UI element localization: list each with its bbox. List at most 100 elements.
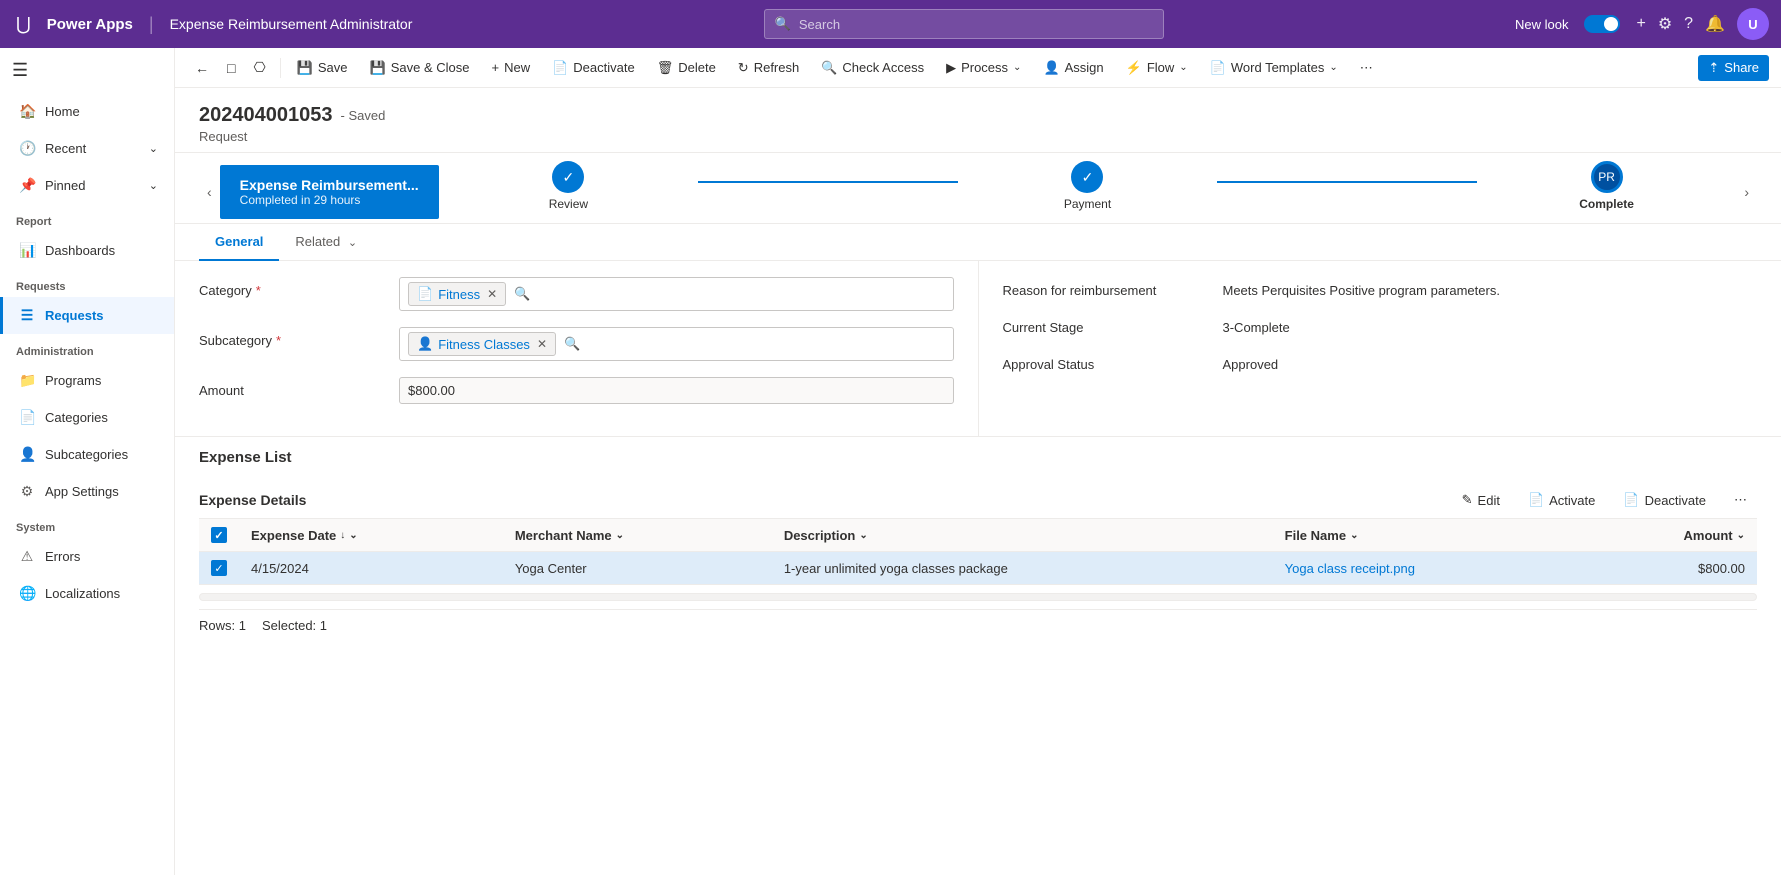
settings-icon[interactable]: ⚙	[1658, 14, 1672, 34]
search-bar[interactable]: 🔍	[764, 9, 1164, 39]
recent-icon: 🕐	[19, 140, 35, 157]
col-expense-date[interactable]: Expense Date ↓ ⌄	[239, 519, 503, 552]
table-footer: Rows: 1 Selected: 1	[199, 609, 1757, 641]
category-label: Category *	[199, 277, 399, 298]
subtable-deactivate-button[interactable]: 📄 Deactivate	[1613, 488, 1716, 512]
sidebar-item-dashboards[interactable]: 📊 Dashboards	[0, 232, 174, 269]
deactivate-button[interactable]: 📄 Deactivate	[542, 55, 645, 81]
edit-button[interactable]: ✎ Edit	[1452, 488, 1510, 512]
more-button[interactable]: ⋯	[1350, 55, 1383, 81]
subtable-more-button[interactable]: ⋯	[1724, 488, 1757, 512]
subcategory-search-icon[interactable]: 🔍	[564, 336, 580, 352]
col-merchant-name[interactable]: Merchant Name ⌄	[503, 519, 772, 552]
subcategories-icon: 👤	[19, 446, 35, 463]
refresh-icon: ↻	[738, 60, 749, 76]
category-input[interactable]: 📄 Fitness ✕ 🔍	[399, 277, 954, 311]
file-name-sort[interactable]: File Name ⌄	[1285, 528, 1573, 543]
col-checkbox[interactable]: ✓	[199, 519, 239, 552]
active-stage-name: Expense Reimbursement...	[240, 177, 419, 193]
select-all-checkbox[interactable]: ✓	[211, 527, 227, 543]
avatar[interactable]: U	[1737, 8, 1769, 40]
amount-field[interactable]: $800.00	[399, 377, 954, 404]
back-button[interactable]: ←	[187, 55, 217, 81]
col-amount[interactable]: Amount ⌄	[1584, 519, 1757, 552]
home-icon: 🏠	[19, 103, 35, 120]
form-left: Category * 📄 Fitness ✕ 🔍	[175, 261, 979, 436]
active-stage-bar[interactable]: Expense Reimbursement... Completed in 29…	[220, 165, 439, 219]
horizontal-scrollbar[interactable]	[199, 593, 1757, 601]
row-checkbox-cell[interactable]: ✓	[199, 552, 239, 585]
sidebar-item-requests[interactable]: ☰ Requests	[0, 297, 174, 334]
sidebar-item-subcategories[interactable]: 👤 Subcategories	[0, 436, 174, 473]
record-saved-label: - Saved	[340, 108, 385, 123]
subcategory-input[interactable]: 👤 Fitness Classes ✕ 🔍	[399, 327, 954, 361]
stage-complete[interactable]: PR Complete	[1477, 161, 1737, 223]
share-button[interactable]: ⇡ Share	[1698, 55, 1769, 81]
sidebar-item-pinned[interactable]: 📌 Pinned ⌄	[0, 167, 174, 204]
new-look-toggle[interactable]	[1584, 15, 1620, 33]
form-row-reason: Reason for reimbursement Meets Perquisit…	[1003, 277, 1758, 298]
col-description[interactable]: Description ⌄	[772, 519, 1273, 552]
word-templates-button[interactable]: 📄 Word Templates ⌄	[1200, 55, 1348, 81]
sidebar-item-categories[interactable]: 📄 Categories	[0, 399, 174, 436]
add-icon[interactable]: +	[1636, 15, 1645, 33]
new-button[interactable]: + New	[481, 55, 540, 80]
process-button[interactable]: ▶ Process ⌄	[936, 55, 1031, 81]
requests-icon: ☰	[19, 307, 35, 324]
help-icon[interactable]: ?	[1684, 15, 1693, 33]
approval-status-label: Approval Status	[1003, 351, 1223, 372]
dashboards-icon: 📊	[19, 242, 35, 259]
sidebar-item-home[interactable]: 🏠 Home	[0, 93, 174, 130]
subcategory-tag-close[interactable]: ✕	[537, 337, 547, 351]
sidebar-section-administration: Administration	[0, 338, 174, 362]
sidebar-item-errors[interactable]: ⚠ Errors	[0, 538, 174, 575]
sidebar-section-system: System	[0, 514, 174, 538]
stage-payment[interactable]: ✓ Payment	[958, 161, 1218, 223]
stage-nav-left[interactable]: ‹	[199, 176, 220, 208]
assign-button[interactable]: 👤 Assign	[1033, 55, 1113, 81]
tab-general[interactable]: General	[199, 224, 279, 261]
stage-payment-circle: ✓	[1071, 161, 1103, 193]
description-sort[interactable]: Description ⌄	[784, 528, 1261, 543]
sidebar-item-programs[interactable]: 📁 Programs	[0, 362, 174, 399]
tab-related[interactable]: Related ⌄	[279, 224, 373, 261]
category-tag-close[interactable]: ✕	[487, 287, 497, 301]
sidebar-item-recent[interactable]: 🕐 Recent ⌄	[0, 130, 174, 167]
programs-icon: 📁	[19, 372, 35, 389]
check-access-button[interactable]: 🔍 Check Access	[811, 55, 934, 81]
stage-nav-right[interactable]: ›	[1736, 176, 1757, 208]
row-expense-date: 4/15/2024	[239, 552, 503, 585]
app-body: ☰ 🏠 Home 🕐 Recent ⌄ 📌 Pinned ⌄ Report 📊 …	[0, 48, 1781, 875]
search-input[interactable]	[799, 17, 1153, 32]
refresh-button[interactable]: ↻ Refresh	[728, 55, 809, 81]
page-button[interactable]: □	[219, 55, 243, 81]
amount-sort[interactable]: Amount ⌄	[1596, 528, 1745, 543]
stage-complete-label: Complete	[1579, 197, 1634, 211]
sidebar-menu-icon[interactable]: ☰	[0, 48, 174, 93]
flow-button[interactable]: ⚡ Flow ⌄	[1116, 55, 1198, 81]
notification-icon[interactable]: 🔔	[1705, 14, 1725, 34]
table-header-row: ✓ Expense Date ↓ ⌄	[199, 519, 1757, 552]
sidebar-item-localizations[interactable]: 🌐 Localizations	[0, 575, 174, 612]
merchant-name-sort[interactable]: Merchant Name ⌄	[515, 528, 760, 543]
table-row[interactable]: ✓ 4/15/2024 Yoga Center 1-year unlimited…	[199, 552, 1757, 585]
col-file-name[interactable]: File Name ⌄	[1273, 519, 1585, 552]
delete-button[interactable]: 🗑 Delete	[647, 55, 726, 81]
stage-review[interactable]: ✓ Review	[439, 161, 699, 223]
expense-date-sort[interactable]: Expense Date ↓ ⌄	[251, 528, 491, 543]
file-name-link[interactable]: Yoga class receipt.png	[1285, 561, 1415, 576]
pinned-chevron: ⌄	[149, 179, 158, 192]
delete-icon: 🗑	[657, 60, 674, 76]
category-search-icon[interactable]: 🔍	[514, 286, 530, 302]
amount-sort-icon: ⌄	[1737, 530, 1745, 541]
grid-icon[interactable]: ⋃	[12, 10, 35, 39]
copy-button[interactable]: ⎔	[245, 54, 273, 81]
row-checkbox[interactable]: ✓	[211, 560, 227, 576]
subcategory-tag-text: Fitness Classes	[438, 337, 530, 352]
save-button[interactable]: 💾 Save	[287, 55, 358, 81]
save-close-button[interactable]: 💾 Save & Close	[360, 55, 480, 81]
toolbar: ← □ ⎔ 💾 Save 💾 Save & Close + New 📄 Deac…	[175, 48, 1781, 88]
sidebar-item-app-settings[interactable]: ⚙ App Settings	[0, 473, 174, 510]
activate-button[interactable]: 📄 Activate	[1518, 488, 1605, 512]
row-file-name[interactable]: Yoga class receipt.png	[1273, 552, 1585, 585]
